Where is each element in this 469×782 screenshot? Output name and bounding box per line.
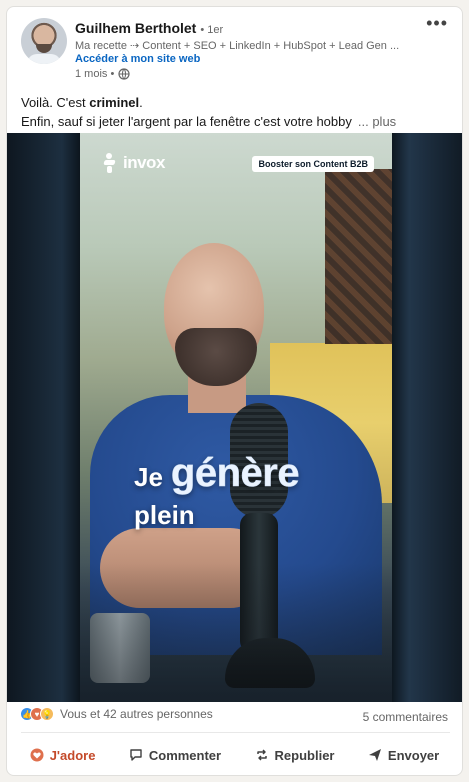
comment-icon — [130, 749, 142, 761]
repost-button[interactable]: Republier — [247, 742, 343, 769]
love-button-label: J'adore — [49, 747, 96, 763]
connection-degree: • 1er — [200, 24, 224, 36]
invox-logo-icon — [103, 153, 117, 173]
reactions-summary[interactable]: 👍 ♥ 💡 Vous et 42 autres personnes — [20, 707, 213, 721]
acoustic-foam — [325, 169, 392, 344]
video-frame[interactable]: invox Booster son Content B2B Je génère … — [80, 133, 392, 702]
reactions-count[interactable]: Vous et 42 autres personnes — [60, 707, 213, 721]
divider — [21, 732, 450, 733]
post-text-bold: criminel — [89, 95, 140, 110]
love-button[interactable]: J'adore — [22, 742, 104, 769]
invox-logo: invox — [103, 153, 165, 173]
comment-button[interactable]: Commenter — [121, 742, 229, 769]
post-header: Guilhem Bertholet • 1er Ma recette ⇢ Con… — [7, 7, 462, 91]
post-text-line2: Enfin, sauf si jeter l'argent par la fen… — [21, 114, 397, 129]
send-icon — [368, 749, 381, 761]
post-text-line1: Voilà. C'est criminel. — [21, 95, 143, 110]
video-caption: Je génère plein — [134, 451, 300, 531]
invox-logo-text: invox — [123, 153, 165, 172]
video-player[interactable]: invox Booster son Content B2B Je génère … — [7, 133, 462, 702]
comment-button-label: Commenter — [148, 747, 222, 763]
post-text: Voilà. C'est criminel. Enfin, sauf si je… — [21, 93, 451, 131]
post-actions: J'adore Commenter Republier Envoyer — [7, 739, 462, 771]
video-badge: Booster son Content B2B — [252, 156, 374, 172]
more-options-icon[interactable]: ••• — [426, 13, 448, 34]
heart-icon — [30, 748, 44, 762]
repost-icon — [256, 749, 267, 761]
comments-count[interactable]: 5 commentaires — [363, 710, 448, 724]
caption-word-plein: plein — [134, 500, 195, 530]
insightful-reaction-icon: 💡 — [40, 707, 54, 721]
visit-website-link[interactable]: Accéder à mon site web — [75, 53, 200, 65]
author-avatar[interactable] — [21, 18, 67, 64]
caption-word-genere: génère — [170, 451, 300, 496]
post-time: 1 mois • — [75, 68, 115, 80]
author-headline: Ma recette ⇢ Content + SEO + LinkedIn + … — [75, 40, 400, 52]
send-button[interactable]: Envoyer — [360, 742, 447, 769]
post-meta: 1 mois • — [75, 68, 130, 80]
author-name[interactable]: Guilhem Bertholet — [75, 20, 196, 36]
see-more-link[interactable]: ... plus — [358, 114, 396, 129]
repost-button-label: Republier — [274, 747, 335, 763]
caption-word-je: Je — [134, 462, 163, 492]
author-name-line: Guilhem Bertholet • 1er — [75, 20, 223, 36]
globe-icon — [118, 68, 130, 80]
send-button-label: Envoyer — [387, 747, 440, 763]
social-counts: 👍 ♥ 💡 Vous et 42 autres personnes 5 comm… — [7, 704, 462, 726]
feed-post-card: Guilhem Bertholet • 1er Ma recette ⇢ Con… — [6, 6, 463, 776]
